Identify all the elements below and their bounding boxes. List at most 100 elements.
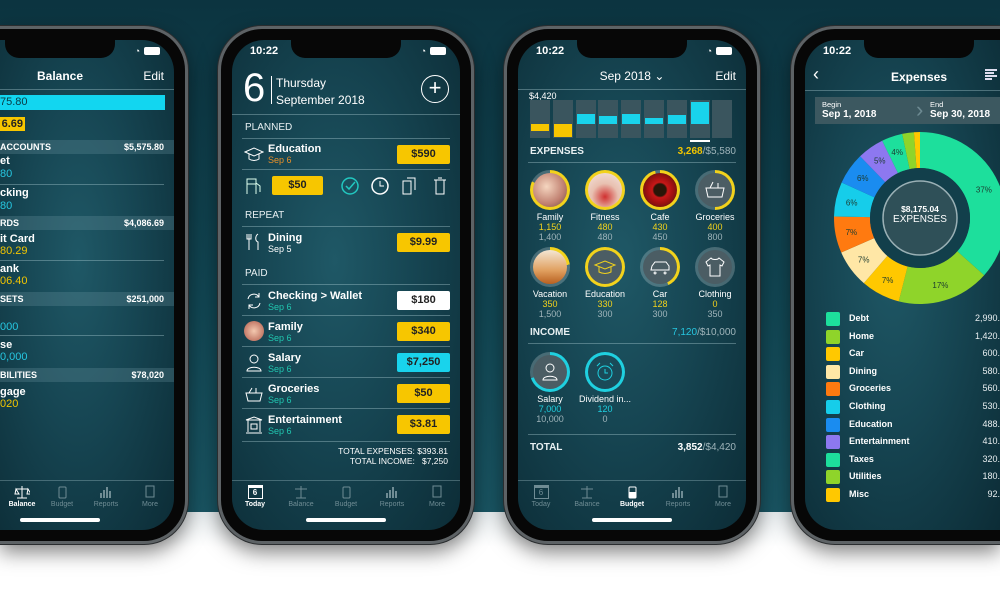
check-circle-icon[interactable] [340,176,360,196]
legend-item[interactable]: Taxes 320. [826,452,1000,467]
month-column[interactable] [689,100,710,138]
trash-icon[interactable] [430,176,450,196]
paid-row[interactable]: Salary Sep 6 $7,250 [232,347,460,377]
paid-row[interactable]: Entertainment Sep 6 $3.81 [232,409,460,439]
quick-amount[interactable]: $50 [272,176,323,195]
back-chevron-icon[interactable]: ‹ [813,64,819,85]
debt-bar: 6.69 [0,117,25,131]
month-column[interactable] [552,100,573,138]
repeat-amount[interactable]: $9.99 [397,233,450,252]
section-cards[interactable]: RDS $4,086.69 [0,216,174,230]
repeat-name[interactable]: Dining [268,232,302,244]
fuel-icon [246,178,261,194]
tab-balance[interactable]: Balance [0,485,44,508]
account-name[interactable]: it Card [0,233,35,245]
legend-label: Education [849,418,893,429]
paid-name: Salary [268,352,302,364]
tab-reports[interactable]: Reports [84,485,128,508]
legend-item[interactable]: Entertainment 410. [826,435,1000,450]
home-indicator[interactable] [592,518,672,522]
legend-value: 488. [982,418,1000,429]
account-name[interactable]: ank [0,263,19,275]
slice-label: 17% [932,281,948,290]
clock-icon[interactable] [370,176,390,196]
section-assets[interactable]: SETS $251,000 [0,292,174,306]
legend-value: 2,990. [974,313,1000,323]
tab-more[interactable]: More [128,485,172,508]
month-column[interactable] [530,100,550,138]
month-column[interactable] [621,100,642,138]
home-indicator[interactable] [20,518,100,522]
planned-name[interactable]: Education [268,143,321,155]
planned-amount[interactable]: $590 [397,145,450,164]
tab-today[interactable]: 6 Today [233,485,277,508]
total-summary: 3,852/$4,420 [677,442,736,453]
category-spent: 128 [652,299,668,309]
status-icons: ◔ [707,46,732,56]
legend-item[interactable]: Groceries 560. [826,382,1000,397]
tab-budget[interactable]: Budget [324,485,368,508]
category-name: Clothing [698,289,732,299]
legend-item[interactable]: Clothing 530. [826,400,1000,414]
legend-swatch [826,382,840,397]
month-column[interactable] [666,100,687,138]
period-selector[interactable]: Sep 2018 ⌄ [518,69,746,83]
expenses-header: EXPENSES [530,146,584,157]
month-column[interactable] [644,100,664,138]
category-vacation[interactable] [530,247,570,287]
category-education[interactable] [585,247,625,287]
account-name[interactable]: gage [0,386,26,398]
category-groceries[interactable] [695,170,735,210]
legend-value: 320. [982,453,1000,464]
edit-button[interactable]: Edit [143,69,164,83]
account-name[interactable]: et [0,155,10,167]
tab-reports[interactable]: Reports [656,485,700,508]
month-column[interactable] [575,100,596,138]
tab-balance[interactable]: Balance [279,485,323,508]
legend-item[interactable]: Debt 2,990. [826,312,1000,326]
tab-balance[interactable]: Balance [565,485,609,508]
account-name[interactable]: se [0,339,12,351]
list-icon[interactable] [984,68,998,82]
tab-more[interactable]: More [415,485,459,508]
tab-budget[interactable]: Budget [610,485,654,508]
begin-date-button[interactable]: Begin Sep 1, 2018 [815,97,918,124]
month-column[interactable] [598,100,619,138]
expenses-screen: 10:22 ‹ Expenses Begin Sep 1, 2018 › End S… [805,40,1000,530]
legend-item[interactable]: Car 600. [826,347,1000,362]
add-button[interactable]: + [421,75,449,103]
category-spent: 330 [597,299,613,309]
paid-row[interactable]: Family Sep 6 $340 [232,316,460,346]
category-car[interactable] [640,247,680,287]
end-date-button[interactable]: End Sep 30, 2018 [927,97,1000,124]
account-amount: 020 [0,398,19,410]
basket-icon [705,181,725,198]
legend-item[interactable]: Dining 580. [826,364,1000,379]
home-indicator[interactable] [306,518,386,522]
section-accounts[interactable]: ACCOUNTS $5,575.80 [0,140,174,154]
category-salary[interactable] [530,352,570,392]
section-liabilities[interactable]: BILITIES $78,020 [0,368,174,382]
category-fitness[interactable] [585,170,625,210]
tab-more[interactable]: More [701,485,745,508]
month-column[interactable] [712,100,733,138]
tab-budget[interactable]: Budget [40,485,84,508]
legend-item[interactable]: Misc 92. [826,488,1000,502]
edit-button[interactable]: Edit [715,69,736,83]
legend-item[interactable]: Utilities 180. [826,470,1000,485]
copy-icon[interactable] [399,176,419,196]
legend-item[interactable]: Home 1,420. [826,329,1000,344]
account-name[interactable]: cking [0,187,29,199]
legend-item[interactable]: Education 488. [826,417,1000,432]
paid-row[interactable]: Groceries Sep 6 $50 [232,378,460,408]
tab-reports[interactable]: Reports [370,485,414,508]
category-name: Vacation [532,289,568,299]
category-cafe[interactable] [640,170,680,210]
legend-label: Taxes [849,453,874,464]
tab-today[interactable]: 6 Today [519,485,563,508]
paid-row[interactable]: Checking > Wallet Sep 6 $180 [232,285,460,315]
category-dividend-in[interactable] [585,352,625,392]
budget-history-chart[interactable] [518,100,746,144]
category-clothing[interactable] [695,247,735,287]
category-family[interactable] [530,170,570,210]
